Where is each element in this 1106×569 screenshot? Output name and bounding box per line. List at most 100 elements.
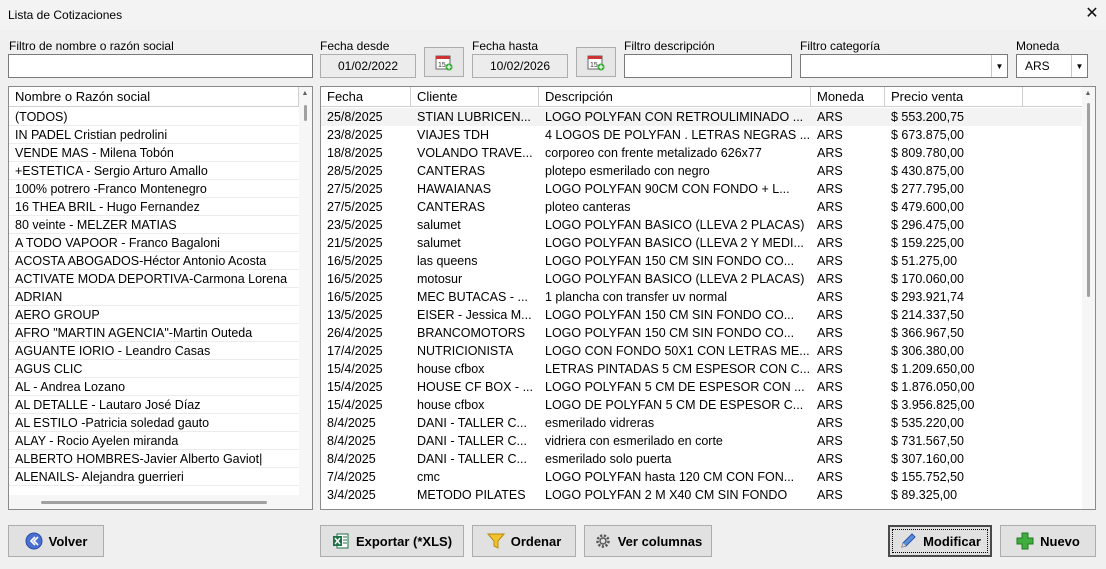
chevron-down-icon[interactable]: ▼ bbox=[991, 55, 1007, 77]
cell-currency: ARS bbox=[817, 470, 843, 484]
back-button[interactable]: Volver bbox=[8, 525, 104, 557]
grid-header-client[interactable]: Cliente bbox=[411, 87, 539, 107]
cell-description: plotepo esmerilado con negro bbox=[545, 164, 710, 178]
client-list-item[interactable]: AL ESTILO -Patricia soledad gauto bbox=[9, 414, 299, 432]
date-from-field[interactable]: 01/02/2022 bbox=[320, 54, 416, 78]
new-button[interactable]: Nuevo bbox=[1000, 525, 1096, 557]
grid-header-date[interactable]: Fecha bbox=[321, 87, 411, 107]
grid-header-currency[interactable]: Moneda bbox=[811, 87, 885, 107]
modify-button-label: Modificar bbox=[923, 533, 981, 549]
table-row[interactable]: 27/5/2025 CANTERAS ploteo canteras ARS $ 479… bbox=[321, 198, 1082, 216]
svg-text:15: 15 bbox=[590, 62, 598, 69]
client-list-item[interactable]: ALENAILS- Alejandra guerrieri bbox=[9, 468, 299, 486]
table-row[interactable]: 8/4/2025 DANI - TALLER C... esmerilado sol… bbox=[321, 450, 1082, 468]
client-list-item[interactable]: ADRIAN bbox=[9, 288, 299, 306]
cell-date: 13/5/2025 bbox=[327, 308, 383, 322]
table-row[interactable]: 21/5/2025 salumet LOGO POLYFAN BASICO (LLE… bbox=[321, 234, 1082, 252]
table-row[interactable]: 16/5/2025 las queens LOGO POLYFAN 150 CM S… bbox=[321, 252, 1082, 270]
client-list-item[interactable]: 100% potrero -Franco Montenegro bbox=[9, 180, 299, 198]
client-list-item[interactable]: ALBERTO HOMBRES-Javier Alberto Gaviot| bbox=[9, 450, 299, 468]
date-from-label: Fecha desde bbox=[320, 39, 390, 53]
table-row[interactable]: 15/4/2025 house cfbox LETRAS PINTADAS 5 CM… bbox=[321, 360, 1082, 378]
cell-date: 25/8/2025 bbox=[327, 110, 383, 124]
table-row[interactable]: 17/4/2025 NUTRICIONISTA LOGO CON FONDO 50X… bbox=[321, 342, 1082, 360]
client-list[interactable]: Nombre o Razón social (TODOS) IN PADEL C… bbox=[8, 86, 313, 510]
client-list-item[interactable]: AGUS CLIC bbox=[9, 360, 299, 378]
cell-client: house cfbox bbox=[417, 362, 485, 376]
sort-button[interactable]: Ordenar bbox=[472, 525, 576, 557]
table-row[interactable]: 16/5/2025 motosur LOGO POLYFAN BASICO (LLE… bbox=[321, 270, 1082, 288]
view-columns-button[interactable]: Ver columnas bbox=[584, 525, 712, 557]
client-list-header[interactable]: Nombre o Razón social bbox=[9, 87, 299, 107]
client-list-hscroll-thumb[interactable] bbox=[41, 501, 267, 504]
client-list-hscrollbar[interactable] bbox=[9, 495, 312, 509]
cell-currency: ARS bbox=[817, 488, 843, 502]
client-list-item[interactable]: ACTIVATE MODA DEPORTIVA-Carmona Lorena bbox=[9, 270, 299, 288]
table-row[interactable]: 18/8/2025 VOLANDO TRAVE... corporeo con fr… bbox=[321, 144, 1082, 162]
client-list-vscrollbar[interactable]: ▲ bbox=[299, 87, 312, 495]
cell-description: LOGO POLYFAN 90CM CON FONDO + L... bbox=[545, 182, 790, 196]
client-list-item[interactable]: IN PADEL Cristian pedrolini bbox=[9, 126, 299, 144]
client-list-item[interactable]: AERO GROUP bbox=[9, 306, 299, 324]
name-filter-input[interactable] bbox=[8, 54, 313, 78]
client-list-item[interactable]: ALAY - Rocio Ayelen miranda bbox=[9, 432, 299, 450]
table-row[interactable]: 13/5/2025 EISER - Jessica M... LOGO POLYFA… bbox=[321, 306, 1082, 324]
close-icon[interactable]: ✕ bbox=[1082, 5, 1102, 25]
client-list-item[interactable]: 80 veinte - MELZER MATIAS bbox=[9, 216, 299, 234]
description-filter-input[interactable] bbox=[624, 54, 792, 78]
client-list-item[interactable]: A TODO VAPOOR - Franco Bagaloni bbox=[9, 234, 299, 252]
date-to-calendar-button[interactable]: 15 bbox=[576, 47, 616, 77]
category-filter-select[interactable]: ▼ bbox=[800, 54, 1008, 78]
cell-description: LOGO POLYFAN 150 CM SIN FONDO CO... bbox=[545, 326, 795, 340]
client-list-item[interactable]: AFRO "MARTIN AGENCIA"-Martin Outeda bbox=[9, 324, 299, 342]
client-list-item[interactable]: VENDE MAS - Milena Tobón bbox=[9, 144, 299, 162]
cell-currency: ARS bbox=[817, 182, 843, 196]
cell-price: $ 673.875,00 bbox=[891, 128, 964, 142]
chevron-down-icon[interactable]: ▼ bbox=[1071, 55, 1087, 77]
table-row[interactable]: 16/5/2025 MEC BUTACAS - ... 1 plancha con … bbox=[321, 288, 1082, 306]
client-list-item[interactable]: ACOSTA ABOGADOS-Héctor Antonio Acosta bbox=[9, 252, 299, 270]
client-list-vscroll-thumb[interactable] bbox=[304, 105, 307, 121]
table-row[interactable]: 3/4/2025 METODO PILATES LOGO POLYFAN 2 M X… bbox=[321, 486, 1082, 504]
modify-button[interactable]: Modificar bbox=[888, 525, 992, 557]
scroll-up-icon[interactable]: ▲ bbox=[1083, 90, 1093, 97]
cell-client: cmc bbox=[417, 470, 440, 484]
table-row[interactable]: 15/4/2025 HOUSE CF BOX - ... LOGO POLYFAN … bbox=[321, 378, 1082, 396]
table-row[interactable]: 7/4/2025 cmc LOGO POLYFAN hasta 120 CM CON… bbox=[321, 468, 1082, 486]
cell-currency: ARS bbox=[817, 236, 843, 250]
table-row[interactable]: 28/5/2025 CANTERAS plotepo esmerilado con … bbox=[321, 162, 1082, 180]
cell-price: $ 89.325,00 bbox=[891, 488, 958, 502]
client-list-item[interactable]: AGUANTE IORIO - Leandro Casas bbox=[9, 342, 299, 360]
cell-currency: ARS bbox=[817, 200, 843, 214]
date-to-field[interactable]: 10/02/2026 bbox=[472, 54, 568, 78]
table-row[interactable]: 8/4/2025 DANI - TALLER C... esmerilado vid… bbox=[321, 414, 1082, 432]
currency-select[interactable]: ARS ▼ bbox=[1016, 54, 1088, 78]
table-row[interactable]: 26/4/2025 BRANCOMOTORS LOGO POLYFAN 150 CM… bbox=[321, 324, 1082, 342]
client-list-item[interactable]: AL DETALLE - Lautaro José Díaz bbox=[9, 396, 299, 414]
cell-description: ploteo canteras bbox=[545, 200, 631, 214]
table-row[interactable]: 25/8/2025 STIAN LUBRICEN... LOGO POLYFAN C… bbox=[321, 108, 1082, 126]
table-row[interactable]: 15/4/2025 house cfbox LOGO DE POLYFAN 5 CM… bbox=[321, 396, 1082, 414]
table-row[interactable]: 8/4/2025 DANI - TALLER C... vidriera con e… bbox=[321, 432, 1082, 450]
cell-price: $ 159.225,00 bbox=[891, 236, 964, 250]
table-row[interactable]: 27/5/2025 HAWAIANAS LOGO POLYFAN 90CM CON … bbox=[321, 180, 1082, 198]
client-list-item[interactable]: AL - Andrea Lozano bbox=[9, 378, 299, 396]
table-row[interactable]: 23/8/2025 VIAJES TDH 4 LOGOS DE POLYFAN . … bbox=[321, 126, 1082, 144]
cell-client: house cfbox bbox=[417, 398, 485, 412]
gear-icon bbox=[594, 532, 612, 550]
grid-header-price[interactable]: Precio venta bbox=[885, 87, 1023, 107]
client-list-item[interactable]: 16 THEA BRIL - Hugo Fernandez bbox=[9, 198, 299, 216]
cell-client: NUTRICIONISTA bbox=[417, 344, 514, 358]
client-list-item[interactable]: (TODOS) bbox=[9, 108, 299, 126]
cell-description: LOGO POLYFAN CON RETROULIMINADO ... bbox=[545, 110, 804, 124]
scroll-up-icon[interactable]: ▲ bbox=[300, 90, 310, 97]
export-xls-button[interactable]: Exportar (*XLS) bbox=[320, 525, 464, 557]
quotes-grid[interactable]: Fecha Cliente Descripción Moneda Precio vent… bbox=[320, 86, 1096, 510]
cell-currency: ARS bbox=[817, 290, 843, 304]
grid-header-description[interactable]: Descripción bbox=[539, 87, 811, 107]
table-row[interactable]: 23/5/2025 salumet LOGO POLYFAN BASICO (LLE… bbox=[321, 216, 1082, 234]
date-from-calendar-button[interactable]: 15 bbox=[424, 47, 464, 77]
quotes-grid-vscrollbar[interactable]: ▲ bbox=[1082, 87, 1095, 509]
quotes-grid-vscroll-thumb[interactable] bbox=[1087, 103, 1090, 297]
client-list-item[interactable]: +ESTETICA - Sergio Arturo Amallo bbox=[9, 162, 299, 180]
